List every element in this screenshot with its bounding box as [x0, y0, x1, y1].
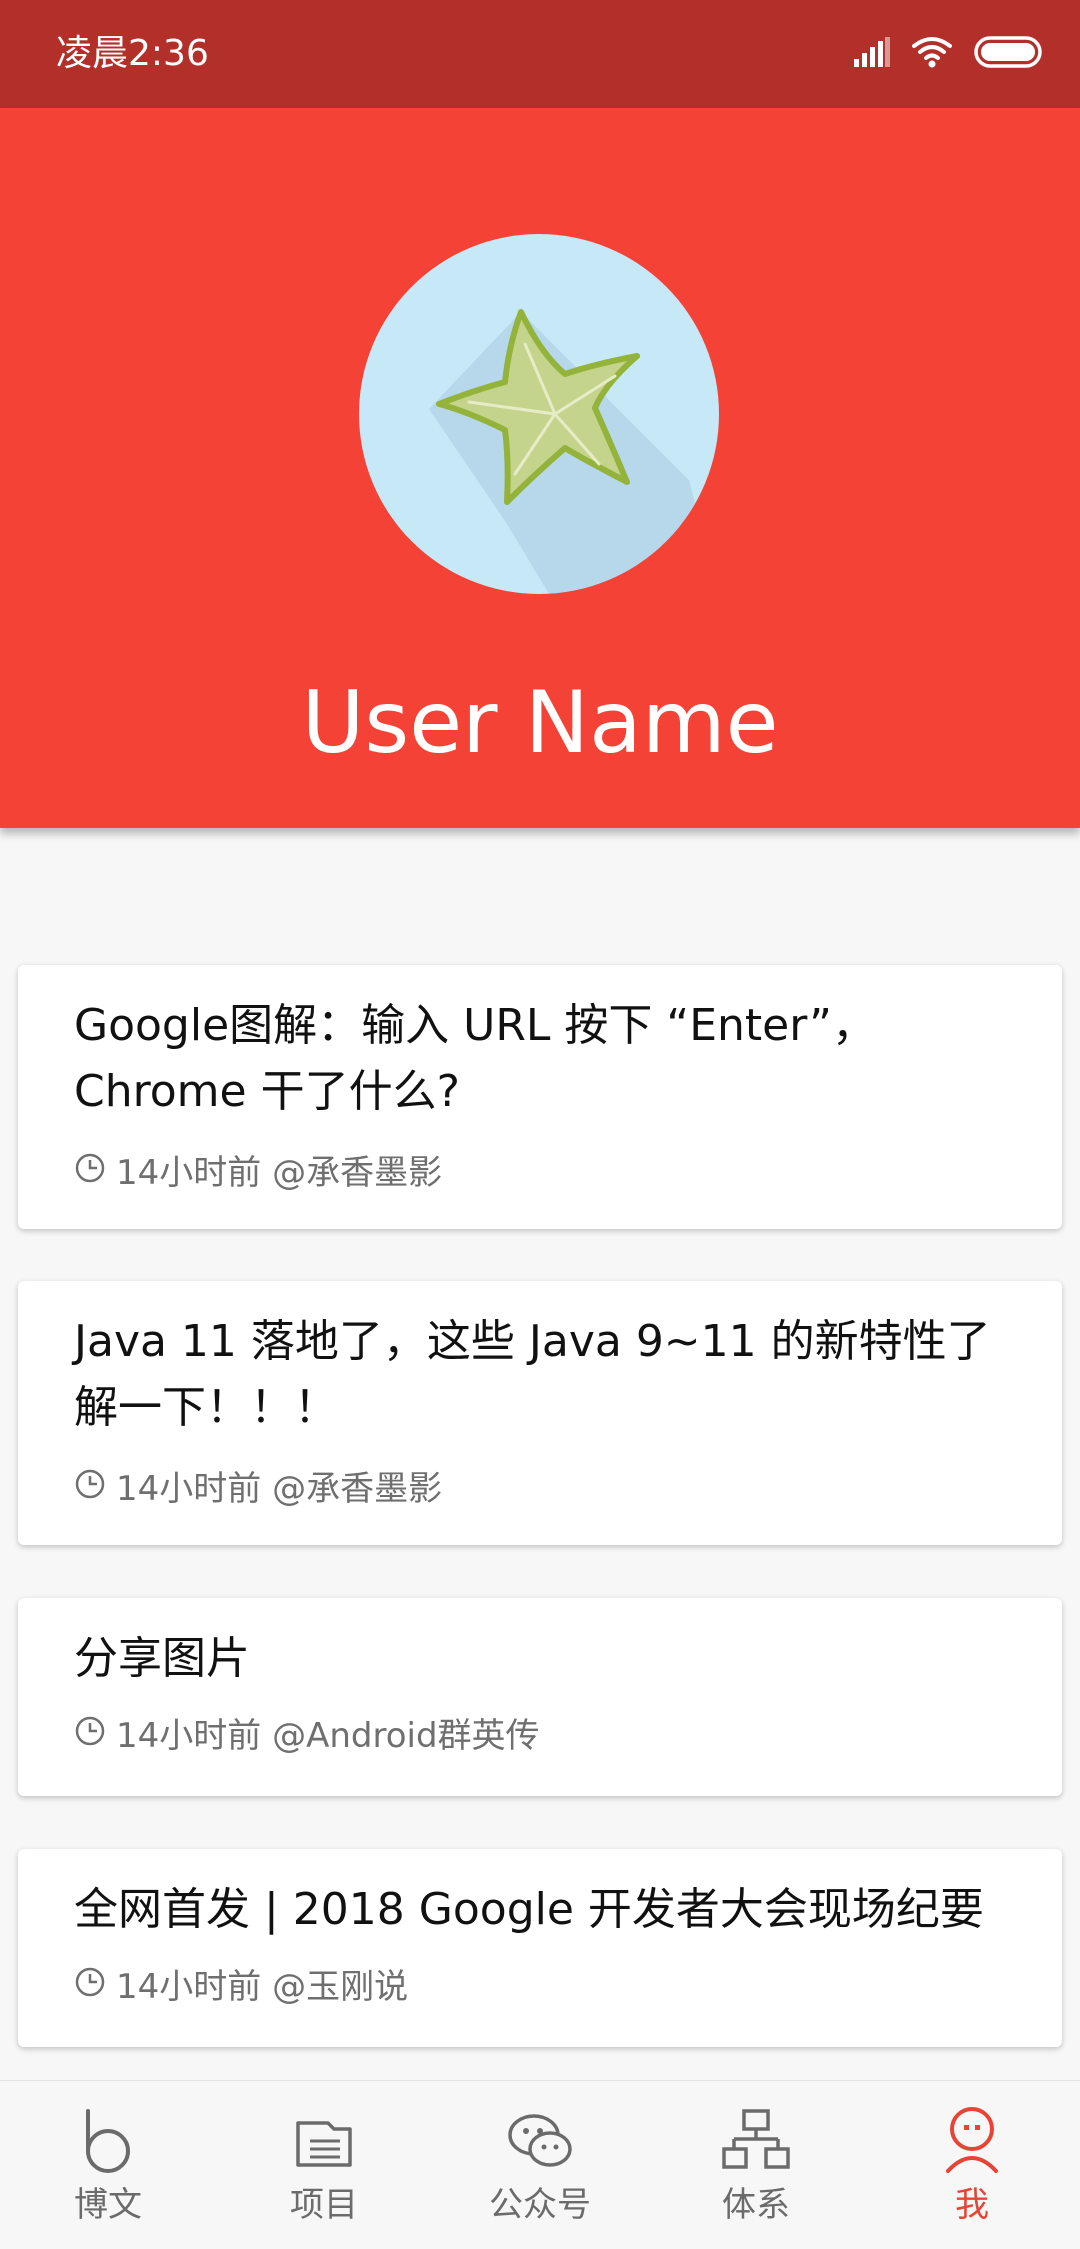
- nav-label-me: 我: [955, 2185, 989, 2225]
- clock-icon: [74, 1714, 106, 1758]
- article-card[interactable]: Google图解：输入 URL 按下 “Enter”，Chrome 干了什么? …: [18, 965, 1062, 1229]
- article-meta-text: 14小时前 @承香墨影: [116, 1153, 443, 1193]
- nav-label-wechat: 公众号: [489, 2185, 591, 2225]
- article-card[interactable]: 全网首发 | 2018 Google 开发者大会现场纪要 14小时前 @玉刚说: [18, 1849, 1062, 2047]
- nav-label-blog: 博文: [74, 2185, 142, 2225]
- starfruit-avatar-icon[interactable]: [359, 234, 719, 594]
- blog-icon: [72, 2105, 144, 2177]
- article-meta: 14小时前 @承香墨影: [74, 1467, 442, 1511]
- article-meta: 14小时前 @Android群英传: [74, 1714, 540, 1758]
- article-title: Google图解：输入 URL 按下 “Enter”，Chrome 干了什么?: [74, 1000, 876, 1117]
- nav-item-hierarchy[interactable]: 体系: [648, 2081, 864, 2249]
- nav-label-hierarchy: 体系: [722, 2185, 790, 2225]
- article-title: 全网首发 | 2018 Google 开发者大会现场纪要: [74, 1884, 984, 1935]
- status-icons: [854, 34, 1042, 74]
- article-meta-text: 14小时前 @Android群英传: [116, 1716, 540, 1756]
- project-icon: [288, 2105, 360, 2177]
- battery-icon: [974, 36, 1042, 72]
- article-card[interactable]: Java 11 落地了，这些 Java 9~11 的新特性了解一下！！！ 14小…: [18, 1281, 1062, 1545]
- clock-icon: [74, 1151, 106, 1195]
- bottom-nav: 博文 项目 公众号 体系 我: [0, 2080, 1080, 2249]
- clock-icon: [74, 1467, 106, 1511]
- article-meta-text: 14小时前 @玉刚说: [116, 1967, 409, 2007]
- profile-header: User Name: [0, 108, 1080, 828]
- hierarchy-icon: [720, 2105, 792, 2177]
- wifi-icon: [912, 36, 952, 72]
- user-name: User Name: [301, 673, 779, 773]
- clock-icon: [74, 1965, 106, 2009]
- nav-item-wechat[interactable]: 公众号: [432, 2081, 648, 2249]
- profile-icon: [936, 2105, 1008, 2177]
- nav-label-project: 项目: [290, 2185, 358, 2225]
- nav-item-project[interactable]: 项目: [216, 2081, 432, 2249]
- signal-icon: [854, 37, 890, 71]
- article-card[interactable]: 分享图片 14小时前 @Android群英传: [18, 1598, 1062, 1796]
- nav-item-blog[interactable]: 博文: [0, 2081, 216, 2249]
- status-time: 凌晨2:36: [56, 33, 209, 74]
- article-meta: 14小时前 @玉刚说: [74, 1965, 408, 2009]
- article-title: Java 11 落地了，这些 Java 9~11 的新特性了解一下！！！: [74, 1316, 991, 1433]
- article-meta-text: 14小时前 @承香墨影: [116, 1469, 443, 1509]
- article-meta: 14小时前 @承香墨影: [74, 1151, 442, 1195]
- wechat-icon: [504, 2105, 576, 2177]
- nav-item-me[interactable]: 我: [864, 2081, 1080, 2249]
- article-title: 分享图片: [74, 1633, 250, 1684]
- status-bar: 凌晨2:36: [0, 0, 1080, 108]
